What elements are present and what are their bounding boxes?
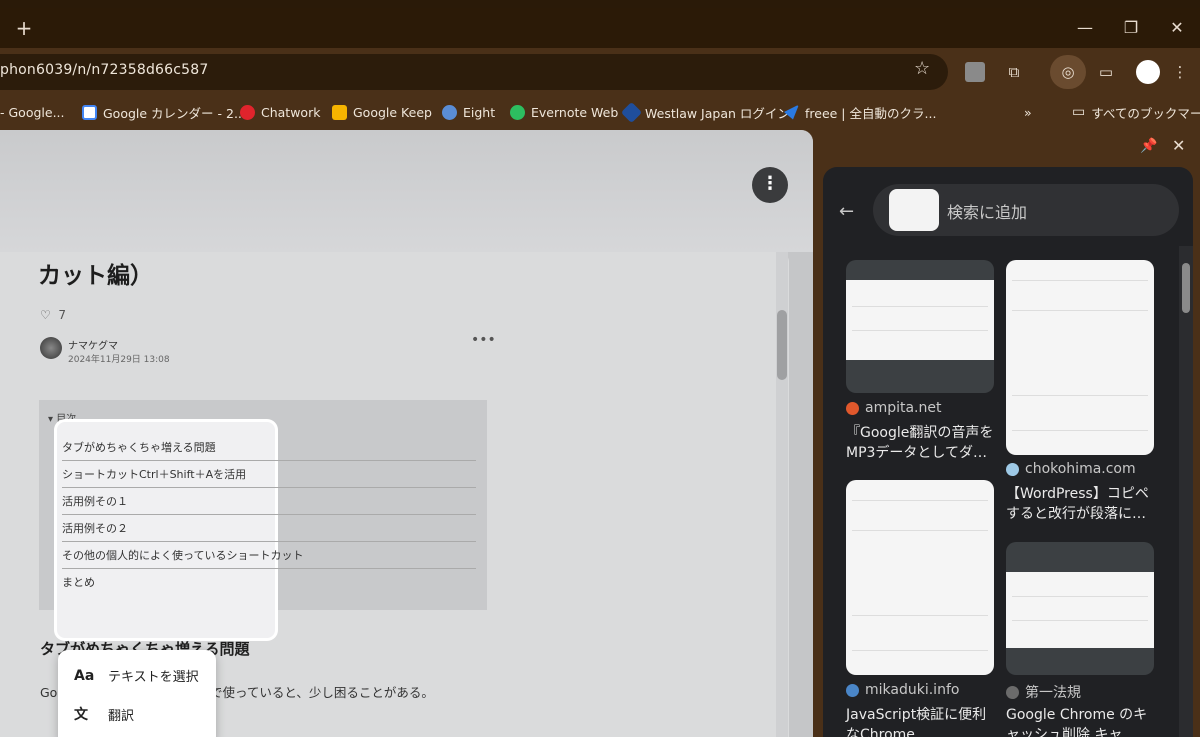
all-bookmarks-folder[interactable]: ▭すべてのブックマーク	[1072, 103, 1200, 121]
keep-icon	[332, 104, 347, 120]
result-source[interactable]: ampita.net	[846, 400, 942, 416]
url-text: phon6039/n/n72358d66c587	[0, 62, 209, 78]
lens-context-menu: Aa テキストを選択 文翻訳	[58, 650, 216, 737]
toc-item[interactable]: 活用例その１	[62, 488, 476, 515]
avatar[interactable]	[40, 337, 62, 359]
article-more-icon[interactable]: •••	[471, 332, 496, 348]
result-title[interactable]: 【WordPress】コピペすると改行が段落に…	[1006, 484, 1156, 524]
toc-item[interactable]: ショートカットCtrl＋Shift＋Aを活用	[62, 461, 476, 488]
author-name[interactable]: ナマケグマ	[68, 337, 170, 352]
translate-icon: 文	[74, 707, 88, 723]
result-thumbnail	[846, 280, 994, 360]
article-title: カット編）	[38, 263, 153, 289]
add-to-search-box[interactable]: 検索に追加	[873, 184, 1179, 236]
like-count[interactable]: ♡ 7	[40, 308, 66, 322]
minimize-button[interactable]: —	[1068, 18, 1102, 40]
page-header-area	[0, 130, 813, 252]
result-title[interactable]: Google Chrome のキャッシュ削除 キャ…	[1006, 705, 1156, 737]
site-favicon	[846, 683, 859, 697]
tab-strip: + — ❐ ✕	[0, 8, 1200, 48]
result-image-card[interactable]	[846, 480, 994, 675]
select-text-option[interactable]: Aa テキストを選択	[74, 666, 199, 686]
bookmark-item[interactable]: Google カレンダー - 2...	[82, 103, 246, 121]
evernote-icon	[510, 104, 525, 120]
restore-button[interactable]: ❐	[1114, 18, 1148, 40]
new-tab-button[interactable]: +	[10, 16, 38, 42]
lens-side-panel: ← 検索に追加 ampita.net 『Google翻訳の音声をMP3データとし…	[823, 167, 1193, 737]
menu-kebab-icon[interactable]: ⋮	[1168, 60, 1192, 84]
bookmark-item[interactable]: Evernote Web	[510, 103, 618, 121]
pin-icon[interactable]: 📌	[1140, 138, 1157, 154]
close-side-panel-icon[interactable]: ✕	[1172, 136, 1185, 155]
cast-icon[interactable]: ▭	[1094, 60, 1118, 84]
page-scrollbar-thumb[interactable]	[777, 310, 787, 380]
site-favicon	[1006, 462, 1019, 476]
profile-avatar[interactable]	[1136, 60, 1160, 84]
lens-more-options-button[interactable]: ⋮	[752, 167, 788, 203]
bookmark-item[interactable]: Eight	[442, 103, 495, 121]
toc-item[interactable]: その他の個人的によく使っているショートカット	[62, 542, 476, 569]
post-date: 2024年11月29日 13:08	[68, 355, 170, 365]
extension-icon[interactable]	[965, 62, 985, 82]
bookmark-item[interactable]: Google Keep	[332, 103, 432, 121]
bookmark-item[interactable]: Chatwork	[240, 103, 320, 121]
bookmark-star-icon[interactable]: ☆	[914, 58, 930, 79]
site-favicon	[846, 401, 859, 415]
google-lens-button[interactable]: ◎	[1050, 55, 1086, 89]
chatwork-icon	[240, 104, 255, 120]
result-image-card[interactable]	[846, 260, 994, 393]
calendar-icon	[82, 104, 97, 120]
result-thumbnail	[1006, 572, 1154, 648]
result-title[interactable]: 『Google翻訳の音声をMP3データとしてダ…	[846, 423, 996, 463]
translate-option[interactable]: 文翻訳	[74, 704, 134, 724]
close-window-button[interactable]: ✕	[1160, 18, 1194, 40]
result-image-card[interactable]	[1006, 542, 1154, 675]
author-block: ナマケグマ 2024年11月29日 13:08	[40, 337, 170, 365]
result-title[interactable]: JavaScript検証に便利なChrome	[846, 705, 996, 737]
bookmark-item[interactable]: freee | 全自動のクラ...	[784, 103, 936, 121]
side-panel-scrollbar-thumb[interactable]	[1182, 263, 1190, 313]
lens-icon: ◎	[1061, 63, 1075, 81]
selection-thumbnail	[889, 189, 939, 231]
bookmarks-overflow-button[interactable]: »	[1024, 103, 1032, 121]
address-bar[interactable]: phon6039/n/n72358d66c587 ☆	[0, 54, 948, 90]
side-panel-scrollbar[interactable]	[1179, 246, 1193, 737]
result-source[interactable]: 第一法規	[1006, 682, 1081, 702]
bookmark-item[interactable]: Westlaw Japan ログイン	[620, 101, 790, 123]
back-arrow-icon[interactable]: ←	[839, 201, 854, 222]
freee-icon	[784, 104, 799, 120]
extensions-puzzle-icon[interactable]: ⧉	[1002, 60, 1026, 84]
text-select-icon: Aa	[74, 667, 95, 684]
site-favicon	[1006, 685, 1019, 699]
bookmarks-bar: - Google... Google カレンダー - 2... Chatwork…	[0, 94, 1200, 128]
result-source[interactable]: mikaduki.info	[846, 682, 959, 698]
web-page: ⋮ カット編） ♡ 7 ナマケグマ 2024年11月29日 13:08 ••• …	[0, 130, 813, 737]
toc-item[interactable]: まとめ	[62, 569, 476, 596]
content-area: ⋮ カット編） ♡ 7 ナマケグマ 2024年11月29日 13:08 ••• …	[0, 128, 1200, 737]
folder-icon: ▭	[1072, 104, 1086, 120]
add-to-search-label: 検索に追加	[947, 203, 1028, 222]
westlaw-icon	[620, 101, 643, 123]
result-source[interactable]: chokohima.com	[1006, 461, 1136, 477]
toc-item[interactable]: タブがめちゃくちゃ増える問題	[62, 434, 476, 461]
result-image-card[interactable]	[1006, 260, 1154, 455]
toc-item[interactable]: 活用例その２	[62, 515, 476, 542]
bookmark-item[interactable]: - Google...	[0, 103, 64, 121]
eight-icon	[442, 104, 457, 120]
toolbar: phon6039/n/n72358d66c587 ☆ ⧉ ◎ ▭ ⋮	[0, 48, 1200, 94]
